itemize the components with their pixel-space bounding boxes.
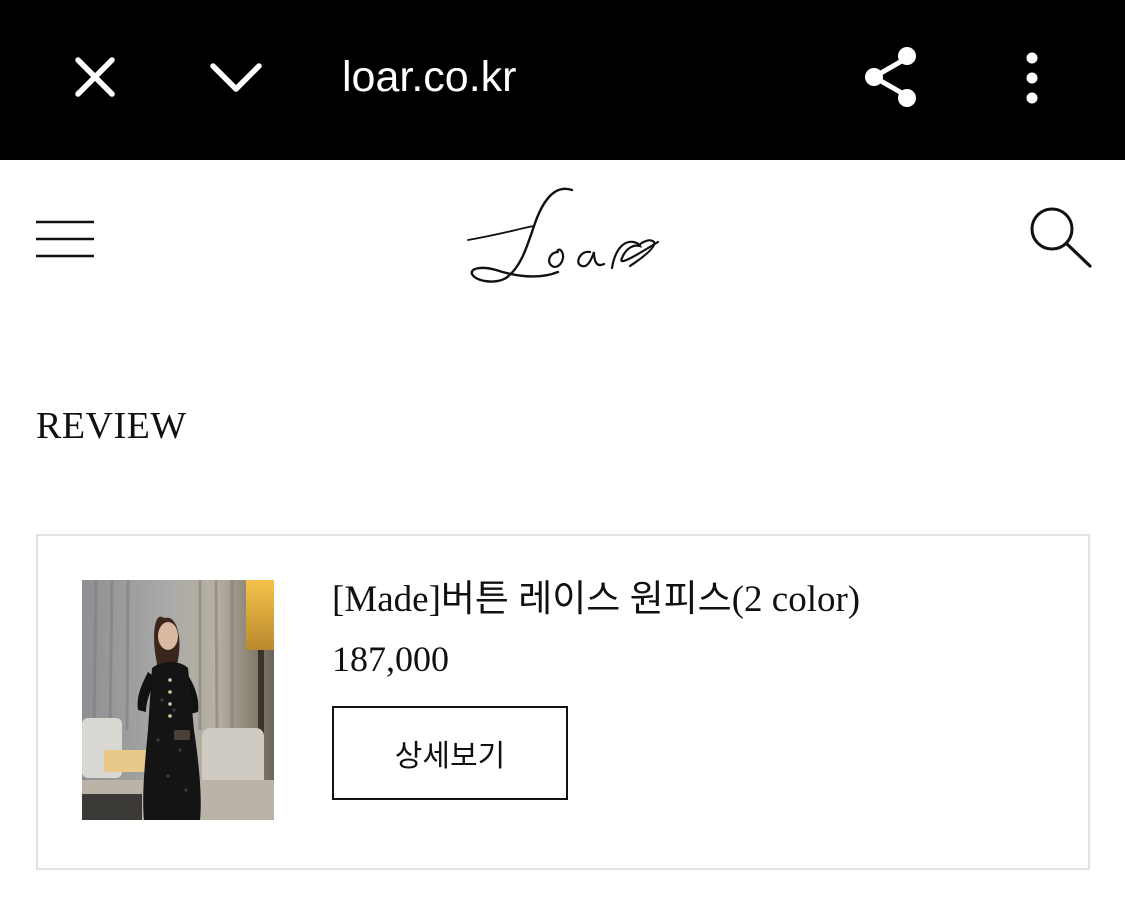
close-icon[interactable] — [72, 54, 118, 100]
share-icon[interactable] — [860, 44, 922, 110]
chevron-down-icon[interactable] — [207, 58, 265, 96]
view-details-button[interactable]: 상세보기 — [332, 706, 568, 800]
url-text[interactable]: loar.co.kr — [342, 52, 516, 102]
section-title: REVIEW — [36, 405, 187, 447]
more-vertical-icon[interactable] — [1018, 50, 1046, 106]
product-thumbnail[interactable] — [82, 580, 274, 820]
site-header — [0, 160, 1125, 300]
loar-logo[interactable] — [462, 182, 666, 290]
browser-top-bar: loar.co.kr — [0, 0, 1125, 160]
review-product-card: [Made]버튼 레이스 원피스(2 color) 187,000 상세보기 — [36, 534, 1090, 870]
product-name[interactable]: [Made]버튼 레이스 원피스(2 color) — [332, 576, 860, 624]
search-icon[interactable] — [1026, 204, 1096, 270]
hamburger-icon[interactable] — [34, 218, 96, 260]
product-price: 187,000 — [332, 639, 449, 679]
